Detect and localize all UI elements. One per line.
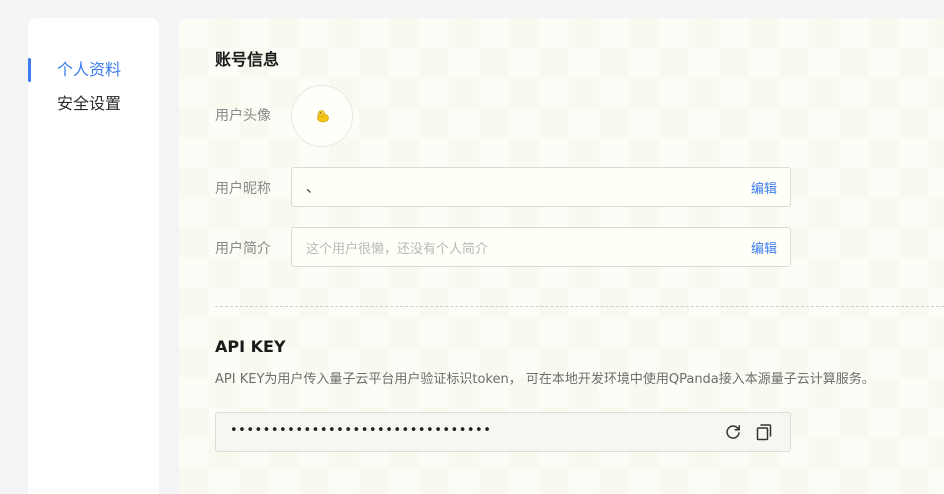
avatar-label: 用户头像 [215, 108, 271, 124]
account-info-title: 账号信息 [215, 50, 280, 69]
sidebar-item-security[interactable]: 安全设置 [28, 91, 159, 117]
nickname-field[interactable]: 、 编辑 [291, 167, 791, 207]
api-key-description: API KEY为用户传入量子云平台用户验证标识token， 可在本地开发环境中使… [215, 372, 875, 387]
nickname-label: 用户昵称 [215, 181, 271, 197]
nickname-edit-button[interactable]: 编辑 [751, 178, 777, 197]
nickname-value: 、 [306, 180, 320, 196]
sidebar: 个人资料 安全设置 [28, 18, 159, 494]
main-panel: 账号信息 用户头像 用户昵称 、 编辑 用户简介 这个用户很懒，还没有个人简介 … [179, 18, 944, 494]
copy-icon[interactable] [754, 422, 774, 442]
sidebar-item-label: 安全设置 [57, 94, 122, 113]
api-key-field[interactable]: •••••••••••••••••••••••••••••••• [215, 412, 791, 452]
active-indicator [28, 58, 31, 82]
bio-edit-button[interactable]: 编辑 [751, 238, 777, 257]
bio-field[interactable]: 这个用户很懒，还没有个人简介 编辑 [291, 227, 791, 267]
refresh-icon[interactable] [723, 422, 743, 442]
duck-avatar-icon [316, 110, 329, 123]
api-key-title: API KEY [215, 337, 286, 356]
avatar[interactable] [291, 85, 353, 147]
section-divider [215, 306, 944, 307]
sidebar-item-label: 个人资料 [57, 60, 122, 79]
sidebar-item-profile[interactable]: 个人资料 [28, 57, 159, 83]
api-key-masked-value: •••••••••••••••••••••••••••••••• [230, 423, 492, 438]
bio-label: 用户简介 [215, 241, 271, 257]
bio-placeholder: 这个用户很懒，还没有个人简介 [306, 242, 489, 257]
